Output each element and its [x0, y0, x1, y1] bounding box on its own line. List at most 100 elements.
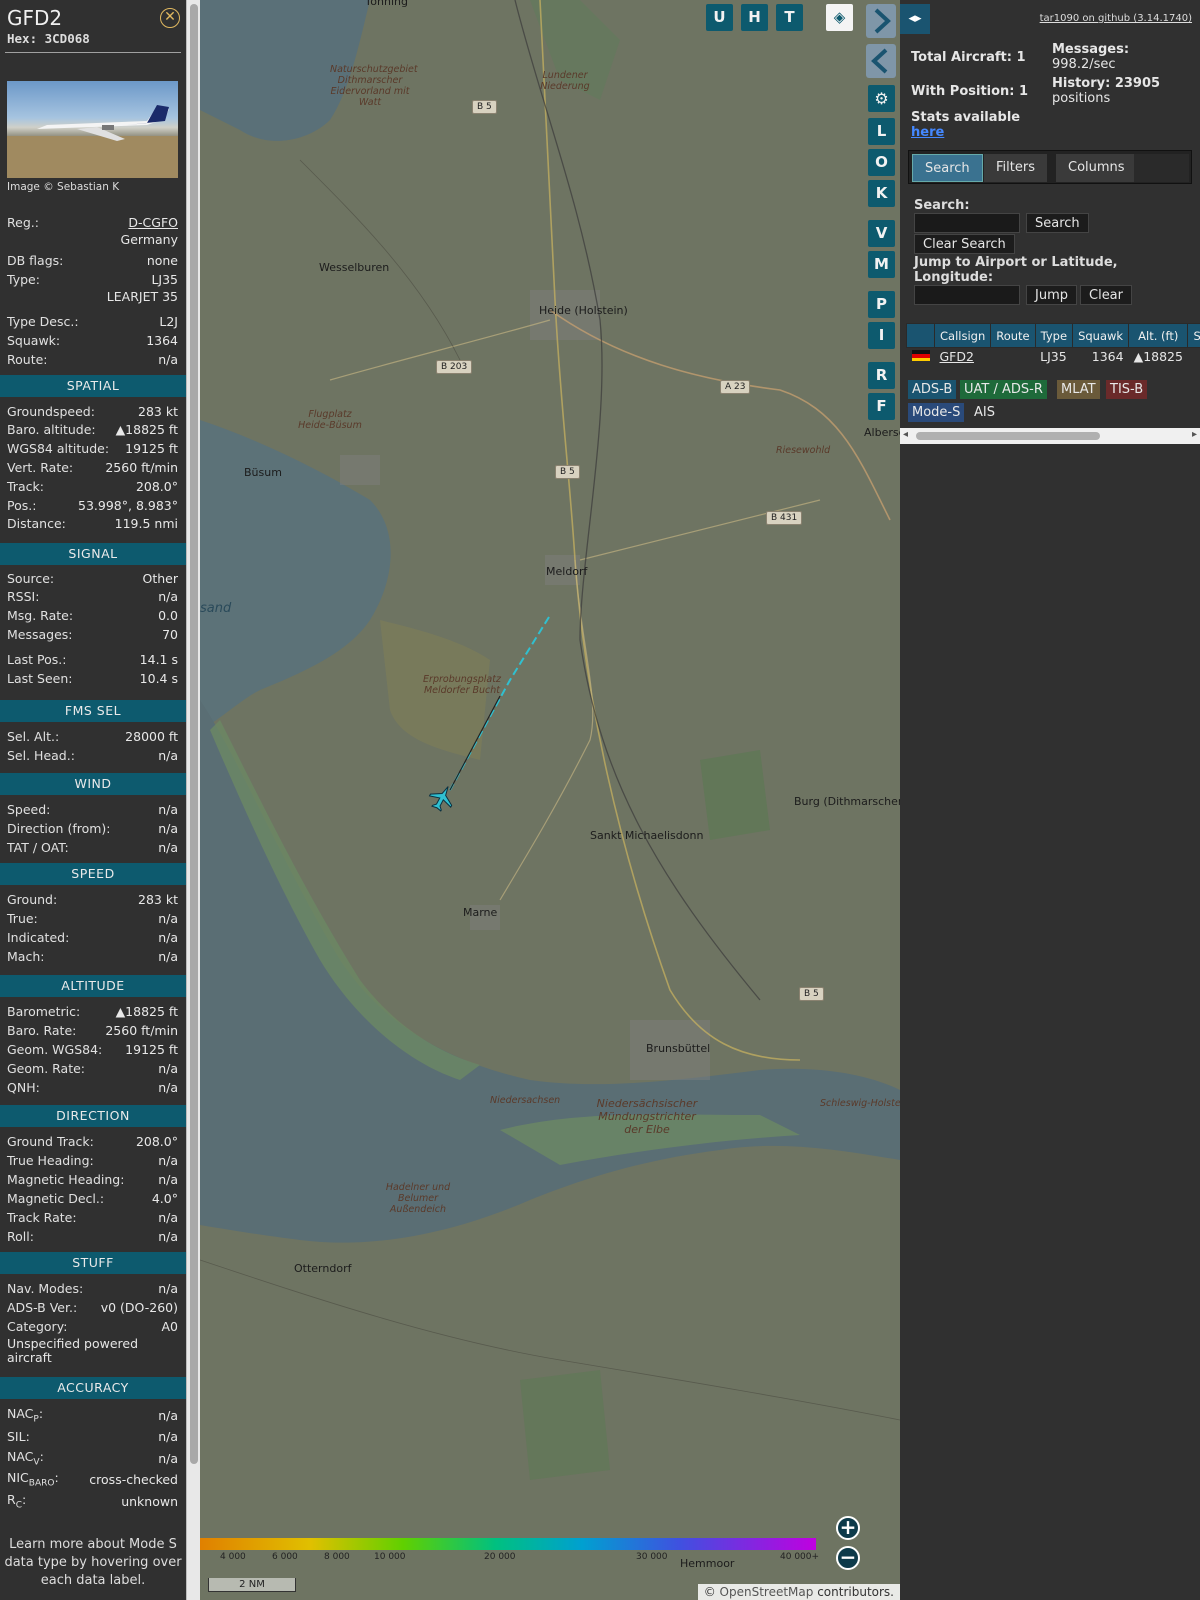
row-value: n/a	[158, 589, 178, 605]
map-button-t[interactable]: T	[776, 4, 803, 31]
row-label[interactable]: TAT / OAT:	[7, 840, 69, 855]
map-button-i[interactable]: I	[868, 322, 895, 349]
jump-input[interactable]	[914, 285, 1020, 305]
scroll-left-icon[interactable]: ◂	[903, 429, 908, 440]
row-label[interactable]: Indicated:	[7, 930, 69, 945]
row-label[interactable]: True Heading:	[7, 1153, 94, 1168]
map-button-k[interactable]: K	[868, 180, 895, 207]
col-header-callsign[interactable]: Callsign	[933, 323, 992, 348]
map-button-r[interactable]: R	[868, 362, 895, 389]
row-label[interactable]: Vert. Rate:	[7, 460, 73, 475]
row-label[interactable]: Groundspeed:	[7, 404, 95, 419]
row-label[interactable]: NAC	[7, 1449, 33, 1464]
map-button-v[interactable]: V	[868, 220, 895, 247]
table-row[interactable]: GFD2 LJ35 1364 ▲18825	[907, 348, 1200, 366]
scrollbar-thumb[interactable]	[916, 432, 1100, 440]
row-label[interactable]: Roll:	[7, 1229, 34, 1244]
row-label[interactable]: Last Pos.:	[7, 652, 66, 667]
tab-columns[interactable]: Columns	[1056, 154, 1137, 182]
table-horizontal-scrollbar[interactable]: ◂ ▸	[900, 428, 1200, 444]
row-label[interactable]: Pos.:	[7, 498, 36, 513]
collapse-left-icon[interactable]	[866, 44, 896, 78]
col-header-type[interactable]: Type	[1034, 323, 1074, 348]
map-button-l[interactable]: L	[868, 118, 895, 145]
info-scrollbar[interactable]	[186, 0, 200, 1600]
row-label-group[interactable]: NICBARO:	[7, 1470, 59, 1489]
row-label[interactable]: Ground Track:	[7, 1134, 94, 1149]
row-label[interactable]: Track Rate:	[7, 1210, 77, 1225]
row-label[interactable]: Magnetic Heading:	[7, 1172, 124, 1187]
row-value: none	[146, 252, 178, 268]
map-button-f[interactable]: F	[868, 393, 895, 420]
stats-here-link[interactable]: here	[911, 125, 944, 140]
search-button[interactable]: Search	[1026, 213, 1089, 233]
row-label[interactable]: WGS84 altitude:	[7, 441, 109, 456]
road-shield: B 431	[766, 511, 803, 525]
row-label-group[interactable]: NACV:	[7, 1449, 44, 1468]
map-button-h[interactable]: H	[741, 4, 768, 31]
zoom-in-icon[interactable]: +	[836, 1516, 860, 1540]
zoom-out-icon[interactable]: −	[836, 1546, 860, 1570]
row-label[interactable]: Speed:	[7, 802, 50, 817]
row-label[interactable]: Sel. Head.:	[7, 748, 75, 763]
clear-button[interactable]: Clear	[1080, 285, 1132, 305]
expand-right-icon[interactable]	[866, 4, 896, 38]
close-icon[interactable]: ✕	[160, 8, 180, 28]
settings-gear-icon[interactable]: ⚙	[868, 85, 895, 112]
toggle-sidebar-icon[interactable]: ◂▸	[900, 4, 930, 34]
row-label-group[interactable]: NACP:	[7, 1406, 43, 1425]
col-header-flag[interactable]	[906, 323, 935, 348]
scroll-right-icon[interactable]: ▸	[1192, 429, 1197, 440]
jump-button[interactable]: Jump	[1026, 285, 1077, 305]
row-label[interactable]: Barometric:	[7, 1004, 80, 1019]
row-label[interactable]: Geom. Rate:	[7, 1061, 85, 1076]
col-header-route[interactable]: Route	[990, 323, 1036, 348]
row-label[interactable]: Sel. Alt.:	[7, 729, 59, 744]
scrollbar-thumb[interactable]	[190, 4, 198, 1464]
row-label[interactable]: Baro. Rate:	[7, 1023, 76, 1038]
row-callsign-link[interactable]: GFD2	[935, 348, 991, 366]
row-label[interactable]: Category:	[7, 1319, 67, 1334]
row-label[interactable]: Geom. WGS84:	[7, 1042, 102, 1057]
col-header-alt[interactable]: Alt. (ft)	[1128, 323, 1189, 348]
row-label[interactable]: Distance:	[7, 516, 66, 531]
tab-search[interactable]: Search	[912, 154, 983, 182]
row-label[interactable]: Messages:	[7, 627, 73, 642]
row-label-group[interactable]: RC:	[7, 1492, 26, 1511]
row-label[interactable]: Last Seen:	[7, 671, 72, 686]
info-row: Pos.: 53.998°, 8.983°	[7, 496, 178, 514]
map-button-p[interactable]: P	[868, 291, 895, 318]
row-label[interactable]: NAC	[7, 1406, 33, 1421]
search-input[interactable]	[914, 213, 1020, 233]
row-label[interactable]: Baro. altitude:	[7, 422, 96, 437]
row-label[interactable]: Source:	[7, 571, 54, 586]
map-button-o[interactable]: O	[868, 149, 895, 176]
registration-link[interactable]: D-CGFO	[128, 215, 178, 230]
row-label[interactable]: Ground:	[7, 892, 57, 907]
row-label[interactable]: True:	[7, 911, 38, 926]
row-label[interactable]: Nav. Modes:	[7, 1281, 83, 1296]
map-view[interactable]: Wesselburen Heide (Holstein) Büsum Meldo…	[200, 0, 900, 1600]
with-position: With Position: 1	[911, 84, 1028, 99]
map-button-u[interactable]: U	[706, 4, 733, 31]
row-label[interactable]: RSSI:	[7, 589, 39, 604]
github-link[interactable]: tar1090 on github (3.14.1740)	[1040, 13, 1192, 24]
col-header-squawk[interactable]: Squawk	[1072, 323, 1130, 348]
tab-filters[interactable]: Filters	[984, 154, 1047, 182]
aircraft-photo[interactable]	[7, 81, 178, 178]
row-label[interactable]: Magnetic Decl.:	[7, 1191, 104, 1206]
row-label[interactable]: QNH:	[7, 1080, 40, 1095]
row-label[interactable]: Track:	[7, 479, 44, 494]
row-label[interactable]: Direction (from):	[7, 821, 111, 836]
row-label[interactable]: R	[7, 1492, 16, 1507]
row-label[interactable]: ADS-B Ver.:	[7, 1300, 77, 1315]
row-label[interactable]: NIC	[7, 1470, 29, 1485]
col-header-spd[interactable]: Spd	[1187, 323, 1200, 348]
map-button-m[interactable]: M	[868, 251, 895, 278]
osm-link[interactable]: OpenStreetMap	[720, 1585, 814, 1599]
row-label[interactable]: Mach:	[7, 949, 44, 964]
row-label[interactable]: Msg. Rate:	[7, 608, 73, 623]
layers-icon[interactable]: ◈	[826, 4, 853, 31]
clear-search-button[interactable]: Clear Search	[914, 234, 1015, 254]
row-label[interactable]: SIL:	[7, 1429, 30, 1444]
